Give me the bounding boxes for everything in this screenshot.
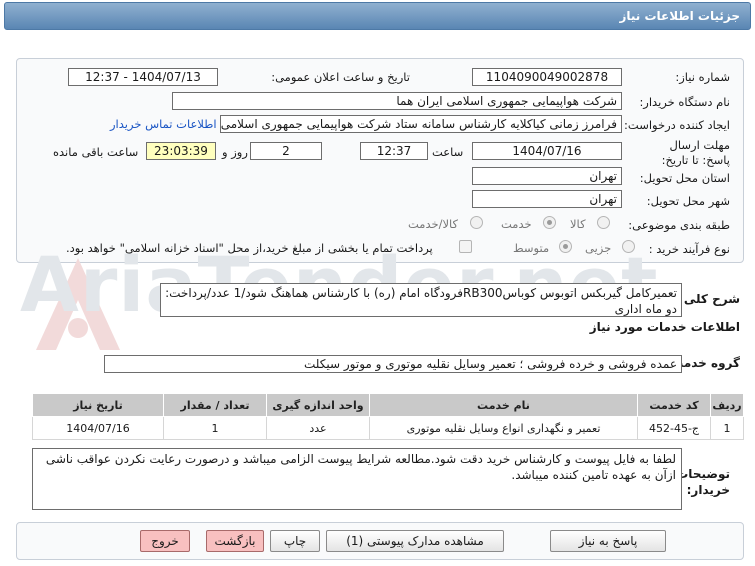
category-service-label: خدمت: [501, 217, 532, 231]
city-field: تهران: [472, 190, 622, 208]
deadline-label-text: مهلت ارسال پاسخ: تا تاریخ:: [661, 138, 730, 167]
services-table: ردیف کد خدمت نام خدمت واحد اندازه گیری ت…: [32, 393, 744, 440]
creator-field: فرامرز زمانی کیاکلایه کارشناس سامانه ستا…: [220, 115, 622, 133]
buyer-contact-link[interactable]: اطلاعات تماس خریدار: [110, 117, 217, 131]
services-title: اطلاعات خدمات مورد نیاز: [589, 320, 740, 334]
category-goods-label: کالا: [570, 217, 586, 231]
days-field: 2: [250, 142, 322, 160]
remaining-time-field: 23:03:39: [146, 142, 216, 160]
category-goods-service-label: کالا/خدمت: [408, 217, 459, 231]
process-medium-label: متوسط: [513, 241, 550, 255]
treasury-payment-note: پرداخت تمام یا بخشی از مبلغ خرید،از محل …: [66, 241, 433, 255]
cell-date: 1404/07/16: [32, 416, 164, 440]
buyer-label: نام دستگاه خریدار:: [639, 95, 730, 109]
deadline-label: مهلت ارسال پاسخ: تا تاریخ:: [650, 138, 730, 168]
need-number-field: 1104090049002878: [472, 68, 622, 86]
print-button[interactable]: چاپ: [270, 530, 320, 552]
table-header-row: ردیف کد خدمت نام خدمت واحد اندازه گیری ت…: [32, 393, 744, 417]
creator-label: ایجاد کننده درخواست:: [624, 118, 730, 132]
services-table-container: ردیف کد خدمت نام خدمت واحد اندازه گیری ت…: [32, 393, 744, 440]
cell-row: 1: [710, 416, 744, 440]
back-button[interactable]: بازگشت: [206, 530, 264, 552]
col-name: نام خدمت: [369, 393, 638, 417]
cell-unit: عدد: [266, 416, 370, 440]
page-title: جزئیات اطلاعات نیاز: [619, 9, 740, 23]
province-field: تهران: [472, 167, 622, 185]
col-code: کد خدمت: [637, 393, 711, 417]
table-row: 1 ج-45-452 تعمیر و نگهداری انواع وسایل ن…: [32, 416, 744, 440]
city-label: شهر محل تحویل:: [646, 194, 730, 208]
process-medium-radio[interactable]: [559, 240, 572, 253]
col-unit: واحد اندازه گیری: [266, 393, 370, 417]
col-qty: تعداد / مقدار: [163, 393, 267, 417]
category-goods-service-radio[interactable]: [470, 216, 483, 229]
need-info-panel: [16, 58, 744, 263]
process-minor-radio[interactable]: [622, 240, 635, 253]
time-label: ساعت: [432, 145, 464, 159]
category-label: طبقه بندی موضوعی:: [628, 218, 730, 232]
deadline-date-field: 1404/07/16: [472, 142, 622, 160]
category-goods-radio[interactable]: [597, 216, 610, 229]
need-number-label: شماره نیاز:: [675, 70, 730, 84]
exit-button[interactable]: خروج: [140, 530, 190, 552]
buyer-field: شرکت هواپیمایی جمهوری اسلامی ایران هما: [172, 92, 622, 110]
description-text: تعمیرکامل گیربکس اتوبوس کوباسRB300فرودگا…: [165, 286, 677, 316]
reply-button[interactable]: پاسخ به نیاز: [550, 530, 666, 552]
attachments-button[interactable]: مشاهده مدارک پیوستی (1): [326, 530, 504, 552]
process-minor-label: جزیی: [585, 241, 612, 255]
treasury-payment-checkbox[interactable]: [459, 240, 472, 253]
announce-field: 1404/07/13 - 12:37: [68, 68, 218, 86]
service-group-field: عمده فروشی و خرده فروشی ؛ تعمیر وسایل نق…: [104, 355, 682, 373]
days-label: روز و: [222, 145, 248, 159]
buyer-notes-text: لطفا به فایل پیوست و کارشناس خرید دقت شو…: [45, 452, 676, 482]
col-row: ردیف: [710, 393, 744, 417]
buyer-notes-field: لطفا به فایل پیوست و کارشناس خرید دقت شو…: [32, 448, 682, 510]
buyer-notes-label-text: توضیحات خریدار:: [676, 467, 730, 497]
description-field: تعمیرکامل گیربکس اتوبوس کوباسRB300فرودگا…: [160, 283, 682, 317]
process-label: نوع فرآیند خرید :: [648, 242, 730, 256]
remaining-label: ساعت باقی مانده: [53, 145, 139, 159]
cell-code: ج-45-452: [637, 416, 711, 440]
category-service-radio[interactable]: [543, 216, 556, 229]
deadline-time-field: 12:37: [360, 142, 428, 160]
province-label: استان محل تحویل:: [639, 171, 730, 185]
cell-qty: 1: [163, 416, 267, 440]
col-date: تاریخ نیاز: [32, 393, 164, 417]
cell-name: تعمیر و نگهداری انواع وسایل نقلیه موتوری: [369, 416, 638, 440]
page-header: جزئیات اطلاعات نیاز: [4, 2, 751, 30]
announce-label: تاریخ و ساعت اعلان عمومی:: [271, 70, 410, 84]
